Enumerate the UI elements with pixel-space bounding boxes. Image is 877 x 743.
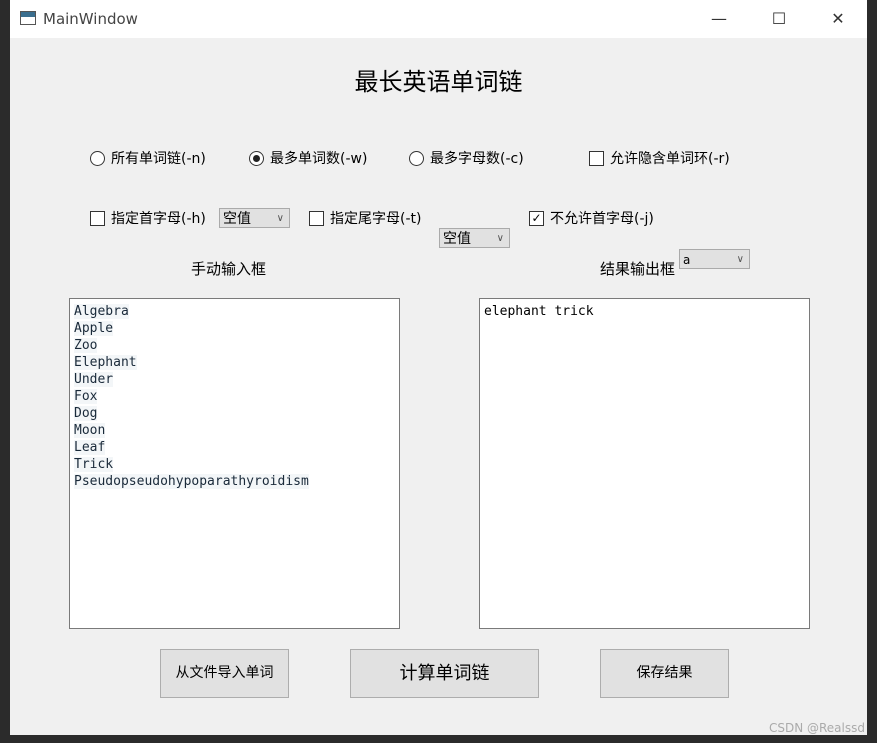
- page-title: 最长英语单词链: [354, 68, 523, 96]
- maximize-button[interactable]: ☐: [756, 4, 802, 34]
- checkbox-label: 指定尾字母(-t): [330, 211, 422, 227]
- input-line-row: Algebra: [74, 303, 395, 320]
- input-line: Dog: [74, 406, 98, 421]
- chevron-down-icon: ∨: [496, 233, 504, 244]
- window-title: MainWindow: [43, 10, 138, 28]
- select-value: 空值: [223, 211, 251, 227]
- radio-icon: [90, 150, 105, 166]
- input-line-row: Fox: [74, 388, 395, 405]
- input-line: Apple: [74, 321, 114, 336]
- input-line-row: Apple: [74, 320, 395, 337]
- no-head-letter-select[interactable]: a ∨: [679, 249, 750, 269]
- radio-label: 最多单词数(-w): [270, 151, 368, 167]
- input-line-row: Zoo: [74, 337, 395, 354]
- tail-letter-select[interactable]: 空值 ∨: [439, 228, 510, 248]
- result-output-textarea[interactable]: elephant trick: [479, 298, 810, 629]
- checkbox-icon: [589, 150, 604, 166]
- input-line: Fox: [74, 389, 98, 404]
- main-window: MainWindow — ☐ ✕ 最长英语单词链 所有单词链(-n) 最多单词数…: [10, 0, 867, 735]
- radio-label: 所有单词链(-n): [111, 151, 206, 167]
- chevron-down-icon: ∨: [276, 213, 284, 224]
- checkbox-label: 不允许首字母(-j): [550, 211, 654, 227]
- checkbox-icon: [309, 210, 324, 226]
- chevron-down-icon: ∨: [736, 254, 744, 265]
- radio-label: 最多字母数(-c): [430, 151, 524, 167]
- input-line: Pseudopseudohypoparathyroidism: [74, 474, 309, 489]
- checkbox-icon: [90, 210, 105, 226]
- save-result-button[interactable]: 保存结果: [600, 649, 729, 698]
- select-value: a: [683, 253, 691, 267]
- head-letter-select[interactable]: 空值 ∨: [219, 208, 290, 228]
- radio-all-chains[interactable]: 所有单词链(-n): [90, 148, 206, 168]
- checkmark-icon: ✓: [529, 210, 544, 226]
- input-line: Elephant: [74, 355, 137, 370]
- app-icon: [20, 11, 36, 25]
- select-value: 空值: [443, 231, 471, 247]
- input-line-row: Dog: [74, 405, 395, 422]
- title-bar: MainWindow — ☐ ✕: [10, 0, 867, 38]
- input-line: Moon: [74, 423, 106, 438]
- close-button[interactable]: ✕: [815, 4, 861, 34]
- radio-checked-icon: [249, 150, 264, 166]
- radio-max-letters[interactable]: 最多字母数(-c): [409, 148, 524, 168]
- input-line-row: Leaf: [74, 439, 395, 456]
- watermark: CSDN @Realssd: [768, 721, 865, 735]
- word-input-textarea[interactable]: Algebra Apple Zoo Elephant Under Fox Dog Moon Le…: [69, 298, 400, 629]
- radio-max-words[interactable]: 最多单词数(-w): [249, 148, 367, 168]
- import-file-button[interactable]: 从文件导入单词: [160, 649, 289, 698]
- input-label: 手动输入框: [191, 260, 267, 278]
- input-line: Leaf: [74, 440, 106, 455]
- input-line: Algebra: [74, 304, 129, 319]
- checkbox-no-head[interactable]: ✓ 不允许首字母(-j): [529, 208, 654, 228]
- input-line-row: Under: [74, 371, 395, 388]
- input-line: Under: [74, 372, 114, 387]
- input-line-row: Elephant: [74, 354, 395, 371]
- checkbox-label: 允许隐含单词环(-r): [610, 151, 730, 167]
- minimize-button[interactable]: —: [696, 4, 742, 34]
- checkbox-tail[interactable]: 指定尾字母(-t): [309, 208, 421, 228]
- input-line: Trick: [74, 457, 114, 472]
- result-text: elephant trick: [484, 304, 594, 319]
- radio-icon: [409, 150, 424, 166]
- checkbox-allow-cycle[interactable]: 允许隐含单词环(-r): [589, 148, 730, 168]
- output-label: 结果输出框: [600, 260, 676, 278]
- checkbox-label: 指定首字母(-h): [111, 211, 206, 227]
- input-line-row: Pseudopseudohypoparathyroidism: [74, 473, 395, 490]
- input-line: Zoo: [74, 338, 98, 353]
- input-line-row: Moon: [74, 422, 395, 439]
- input-line-row: Trick: [74, 456, 395, 473]
- checkbox-head[interactable]: 指定首字母(-h): [90, 208, 206, 228]
- compute-chain-button[interactable]: 计算单词链: [350, 649, 539, 698]
